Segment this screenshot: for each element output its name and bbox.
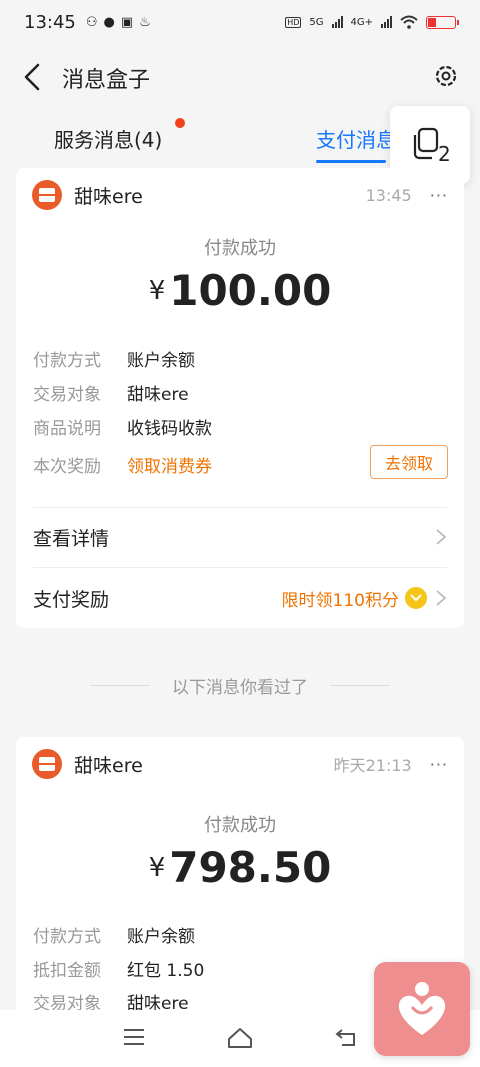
detail-key: 交易对象 bbox=[33, 385, 101, 405]
currency-symbol: ¥ bbox=[148, 275, 166, 306]
view-details-row[interactable]: 查看详情 bbox=[33, 508, 447, 566]
menu-icon[interactable] bbox=[122, 1026, 146, 1048]
back-icon[interactable] bbox=[334, 1026, 360, 1048]
detail-row: 交易对象 甜味ere bbox=[33, 380, 189, 405]
reward-value: 领取消费券 bbox=[127, 457, 212, 477]
currency-symbol: ¥ bbox=[148, 852, 166, 883]
notification-icon: ⚇ bbox=[85, 14, 98, 30]
battery-icon bbox=[426, 15, 459, 29]
back-arrow-icon[interactable] bbox=[20, 62, 46, 92]
divider-line bbox=[90, 684, 150, 686]
card-header: 甜味ere 昨天21:13 ··· bbox=[32, 747, 448, 781]
network-label: 5G bbox=[309, 16, 324, 28]
detail-value: 账户余额 bbox=[127, 351, 195, 371]
points-coin-icon bbox=[405, 587, 427, 609]
chevron-right-icon bbox=[436, 529, 447, 545]
more-options-icon[interactable]: ··· bbox=[430, 186, 448, 205]
system-icons: HD 5G 4G+ bbox=[285, 15, 459, 29]
detail-row: 付款方式 账户余额 bbox=[33, 922, 195, 947]
active-tab-indicator bbox=[316, 160, 386, 163]
payment-amount: ¥100.00 bbox=[16, 266, 464, 315]
home-icon[interactable] bbox=[226, 1026, 254, 1050]
detail-row: 本次奖励 领取消费券 bbox=[33, 452, 212, 477]
message-time: 昨天21:13 bbox=[333, 756, 412, 775]
more-options-icon[interactable]: ··· bbox=[430, 755, 448, 774]
notification-icons: ⚇ ● ▣ ♨ bbox=[86, 15, 151, 30]
merchant-name[interactable]: 甜味ere bbox=[74, 182, 143, 209]
hd-icon: HD bbox=[285, 16, 302, 28]
merchant-name[interactable]: 甜味ere bbox=[74, 751, 143, 778]
seen-label: 以下消息你看过了 bbox=[172, 677, 308, 698]
floating-app-icon[interactable] bbox=[374, 962, 470, 1056]
detail-value: 甜味ere bbox=[127, 385, 189, 405]
detail-row: 商品说明 收钱码收款 bbox=[33, 414, 212, 439]
detail-key: 付款方式 bbox=[33, 351, 101, 371]
payment-status: 付款成功 bbox=[204, 815, 276, 836]
window-count: 2 bbox=[438, 142, 451, 166]
settings-gear-icon[interactable] bbox=[432, 62, 460, 90]
notification-icon: ♨ bbox=[139, 14, 151, 30]
merchant-logo-icon bbox=[32, 749, 62, 779]
detail-value: 红包 1.50 bbox=[127, 961, 205, 981]
pay-reward-row[interactable]: 支付奖励 限时领110积分 bbox=[33, 569, 447, 627]
signal-icon bbox=[331, 16, 343, 28]
divider-line bbox=[330, 684, 390, 686]
tab-service-messages[interactable]: 服务消息(4) bbox=[54, 124, 162, 153]
amount-value: 100.00 bbox=[169, 266, 332, 315]
tab-payment-messages[interactable]: 支付消息 bbox=[316, 124, 396, 153]
wifi-icon bbox=[400, 15, 418, 29]
status-bar: 13:45 ⚇ ● ▣ ♨ HD 5G 4G+ bbox=[0, 0, 480, 44]
heart-person-icon bbox=[398, 982, 446, 1035]
signal-icon bbox=[381, 16, 392, 28]
detail-key: 付款方式 bbox=[33, 927, 101, 947]
network-label: 4G+ bbox=[350, 16, 374, 28]
divider bbox=[33, 567, 447, 568]
detail-value: 账户余额 bbox=[127, 927, 195, 947]
pay-reward-label: 支付奖励 bbox=[33, 588, 110, 611]
detail-value: 收钱码收款 bbox=[127, 419, 212, 439]
card-header: 甜味ere 13:45 ··· bbox=[32, 178, 448, 212]
detail-row: 付款方式 账户余额 bbox=[33, 346, 195, 371]
claim-coupon-button[interactable]: 去领取 bbox=[370, 445, 448, 479]
app-header: 消息盒子 bbox=[0, 44, 480, 110]
detail-key: 本次奖励 bbox=[33, 457, 101, 477]
payment-status: 付款成功 bbox=[204, 238, 276, 259]
payment-amount: ¥798.50 bbox=[16, 843, 464, 892]
notification-icon: ▣ bbox=[120, 14, 134, 30]
page-title: 消息盒子 bbox=[62, 68, 151, 93]
detail-row: 抵扣金额 红包 1.50 bbox=[33, 956, 204, 981]
detail-key: 抵扣金额 bbox=[33, 961, 101, 981]
notification-icon: ● bbox=[103, 14, 115, 30]
detail-key: 商品说明 bbox=[33, 419, 101, 439]
pay-reward-value: 限时领110积分 bbox=[281, 590, 399, 611]
message-time: 13:45 bbox=[365, 185, 412, 205]
chevron-right-icon bbox=[436, 590, 447, 606]
merchant-logo-icon bbox=[32, 180, 62, 210]
seen-divider: 以下消息你看过了 bbox=[0, 672, 480, 698]
payment-card: 甜味ere 13:45 ··· 付款成功 ¥100.00 付款方式 账户余额 交… bbox=[16, 168, 464, 628]
amount-value: 798.50 bbox=[169, 843, 332, 892]
view-details-label: 查看详情 bbox=[33, 527, 110, 550]
status-time: 13:45 bbox=[24, 11, 76, 33]
unread-dot bbox=[175, 118, 185, 128]
